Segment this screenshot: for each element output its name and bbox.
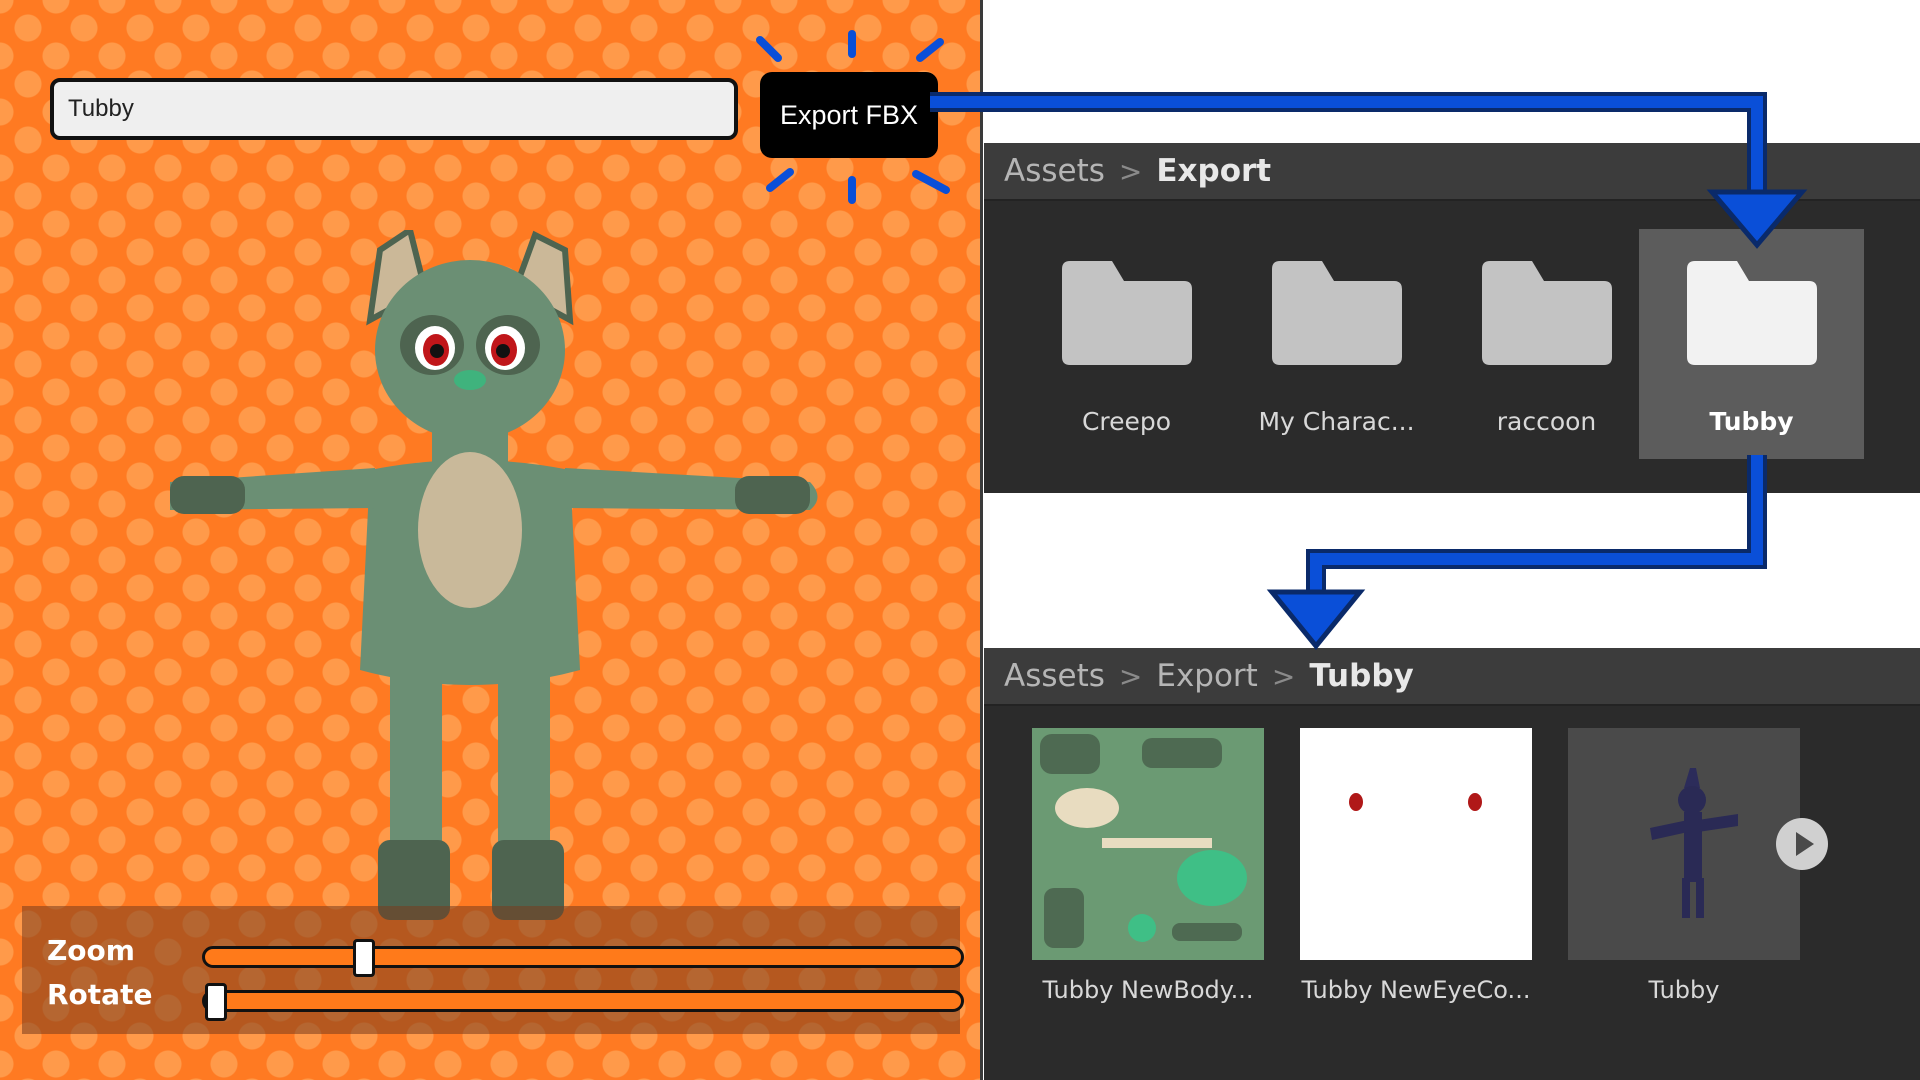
folder-icon	[1061, 261, 1192, 365]
breadcrumb-separator-icon: >	[1118, 659, 1143, 693]
breadcrumb-export[interactable]: Export	[1156, 658, 1257, 694]
model-thumbnail	[1568, 728, 1800, 960]
project-browser-export: Assets > Export Creepo My Charac... racc…	[984, 143, 1920, 493]
breadcrumb-separator-icon: >	[1271, 659, 1296, 693]
breadcrumb: Assets > Export > Tubby	[984, 648, 1920, 706]
rotate-slider-thumb[interactable]	[205, 983, 227, 1021]
body-texture-thumbnail	[1032, 728, 1264, 960]
play-icon[interactable]	[1774, 816, 1830, 872]
character-name-input[interactable]	[50, 78, 738, 140]
asset-label: Tubby NewBody...	[1042, 976, 1254, 1004]
folder-tubby[interactable]: Tubby	[1639, 229, 1864, 459]
asset-body-texture[interactable]: Tubby NewBody...	[1032, 728, 1264, 1020]
folder-label: Creepo	[1081, 407, 1172, 436]
zoom-label: Zoom	[47, 934, 135, 967]
zoom-slider-thumb[interactable]	[353, 939, 375, 977]
rotate-label: Rotate	[47, 978, 153, 1011]
folder-label: Tubby	[1709, 407, 1794, 436]
breadcrumb-separator-icon: >	[1118, 154, 1143, 188]
folder-icon	[1271, 261, 1402, 365]
arrow-head-icon	[1266, 589, 1366, 650]
character-preview[interactable]	[170, 230, 830, 930]
folder-icon	[1481, 261, 1612, 365]
export-fbx-button[interactable]: Export FBX	[760, 72, 938, 158]
breadcrumb-export[interactable]: Export	[1156, 153, 1271, 189]
asset-label: Tubby	[1648, 976, 1720, 1004]
zoom-slider[interactable]	[202, 939, 964, 977]
folder-label: My Charac...	[1258, 407, 1415, 436]
project-browser-tubby: Assets > Export > Tubby Tubby NewBody...…	[984, 648, 1920, 1080]
panel-divider	[980, 0, 983, 1080]
folder-creepo[interactable]: Creepo	[1014, 229, 1239, 459]
folder-my-characters[interactable]: My Charac...	[1224, 229, 1449, 459]
breadcrumb-assets[interactable]: Assets	[1004, 153, 1105, 189]
eye-texture-thumbnail	[1300, 728, 1532, 960]
breadcrumb-assets[interactable]: Assets	[1004, 658, 1105, 694]
breadcrumb: Assets > Export	[984, 143, 1920, 201]
folder-label: raccoon	[1496, 407, 1597, 436]
view-controls: Zoom Rotate	[22, 906, 964, 1034]
asset-label: Tubby NewEyeCo...	[1301, 976, 1531, 1004]
asset-tubby-model[interactable]: Tubby	[1568, 728, 1828, 1020]
character-editor: Export FBX Zoom Rotate	[0, 0, 980, 1080]
folder-raccoon[interactable]: raccoon	[1434, 229, 1659, 459]
asset-eye-texture[interactable]: Tubby NewEyeCo...	[1300, 728, 1532, 1020]
breadcrumb-tubby[interactable]: Tubby	[1309, 658, 1413, 694]
rotate-slider[interactable]	[202, 983, 964, 1021]
folder-icon	[1686, 261, 1817, 365]
